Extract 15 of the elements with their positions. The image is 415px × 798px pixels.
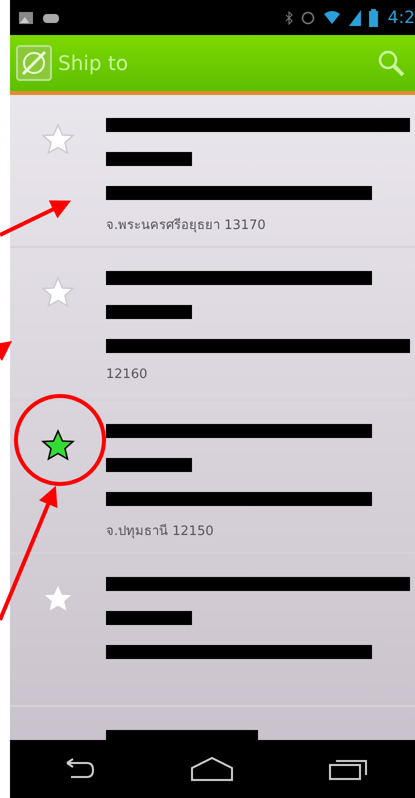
picture-notification-icon [18, 10, 34, 24]
search-icon[interactable] [377, 49, 405, 77]
bluetooth-icon [284, 10, 293, 24]
game-controller-icon [42, 12, 60, 24]
alarm-icon [300, 10, 315, 24]
address-text: จ.พระนครศรีอยุธยา 13170 [106, 216, 267, 235]
address-text: 12160 [106, 367, 148, 382]
signal-icon [348, 10, 361, 26]
screen-title: Ship to [58, 51, 130, 75]
battery-icon [368, 8, 378, 26]
star-icon[interactable] [41, 429, 75, 461]
address-text: จ.ปทุมธานี 12150 [106, 522, 215, 541]
home-icon[interactable] [190, 756, 234, 782]
wifi-icon [322, 10, 341, 24]
status-time: 4:2 [388, 8, 415, 28]
